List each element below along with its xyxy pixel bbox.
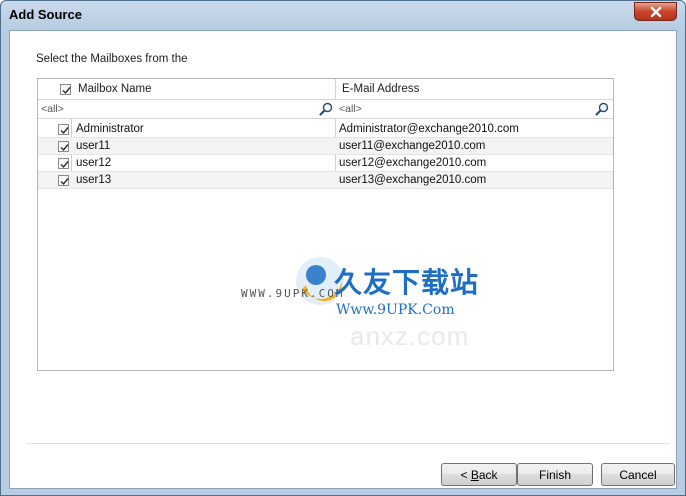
email-address-cell: user12@exchange2010.com — [339, 157, 487, 169]
watermark-logo-icon — [296, 257, 344, 305]
search-icon[interactable] — [595, 102, 609, 116]
column-header-mailbox-name[interactable]: Mailbox Name — [78, 83, 152, 95]
mailbox-grid: Mailbox Name E-Mail Address <all> <all> — [37, 78, 614, 371]
checkmark-icon — [60, 178, 69, 186]
window-title: Add Source — [9, 7, 82, 22]
watermark-small-text: WWW.9UPK.COM — [241, 287, 345, 300]
title-bar[interactable]: Add Source — [1, 1, 685, 29]
row-checkbox[interactable] — [58, 175, 69, 186]
watermark: WWW.9UPK.COM 久友下载站 Www.9UPK.Com anxz.com — [238, 249, 538, 359]
watermark-faint-text: anxz.com — [350, 321, 470, 351]
back-button[interactable]: < Back — [441, 463, 517, 486]
filter-email-address-text: <all> — [339, 103, 362, 115]
finish-button[interactable]: Finish — [517, 463, 593, 486]
back-button-rest: ack — [478, 467, 498, 482]
checkmark-icon — [62, 87, 71, 95]
row-checkbox[interactable] — [58, 158, 69, 169]
add-source-dialog: Add Source Select the Mailboxes from the… — [0, 0, 686, 496]
select-all-checkbox[interactable] — [60, 84, 71, 95]
mailbox-name-cell: Administrator — [76, 123, 144, 135]
row-checkbox[interactable] — [58, 141, 69, 152]
mailbox-name-cell: user11 — [76, 140, 111, 152]
email-address-cell: Administrator@exchange2010.com — [339, 123, 519, 135]
checkmark-icon — [60, 161, 69, 169]
table-row[interactable]: user11 user11@exchange2010.com — [38, 138, 613, 155]
checkmark-icon — [60, 127, 69, 135]
grid-header: Mailbox Name E-Mail Address — [38, 79, 613, 100]
instruction-text: Select the Mailboxes from the — [36, 53, 188, 65]
watermark-chinese-text: 久友下载站 — [334, 266, 480, 299]
back-button-prefix: < — [460, 467, 471, 482]
email-address-cell: user11@exchange2010.com — [339, 140, 486, 152]
close-icon — [650, 6, 661, 17]
table-row[interactable]: user12 user12@exchange2010.com — [38, 155, 613, 172]
column-header-email-address[interactable]: E-Mail Address — [342, 83, 419, 95]
mailbox-name-cell: user13 — [76, 174, 112, 186]
table-row[interactable]: Administrator Administrator@exchange2010… — [38, 121, 613, 138]
cancel-button[interactable]: Cancel — [601, 463, 675, 486]
table-row[interactable]: user13 user13@exchange2010.com — [38, 172, 613, 189]
email-address-cell: user13@exchange2010.com — [339, 174, 487, 186]
row-checkbox[interactable] — [58, 124, 69, 135]
checkmark-icon — [60, 144, 69, 152]
watermark-url-text: Www.9UPK.Com — [336, 302, 455, 318]
dialog-content: Select the Mailboxes from the Mailbox Na… — [9, 30, 677, 489]
close-button[interactable] — [634, 2, 677, 21]
filter-mailbox-name[interactable]: <all> — [38, 100, 335, 118]
search-icon[interactable] — [319, 102, 333, 116]
footer-divider — [26, 443, 670, 444]
back-button-mnemonic: B — [470, 467, 479, 482]
filter-email-address[interactable]: <all> — [336, 100, 613, 118]
mailbox-name-cell: user12 — [76, 157, 112, 169]
filter-row: <all> <all> — [38, 100, 613, 119]
filter-mailbox-name-text: <all> — [41, 103, 64, 115]
